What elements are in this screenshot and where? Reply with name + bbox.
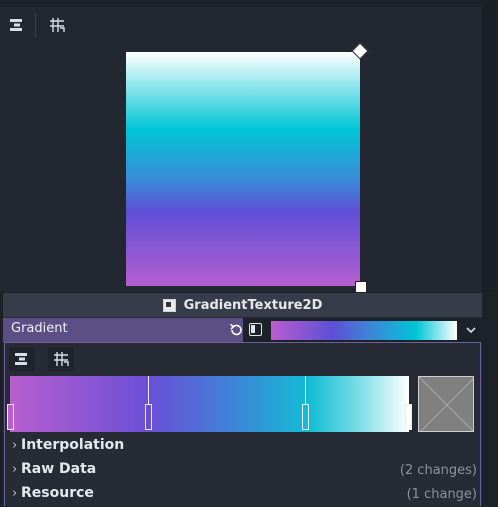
align-distribute-icon-svg bbox=[15, 353, 27, 365]
toolbar-separator bbox=[35, 13, 36, 37]
chevron-right-icon: › bbox=[12, 486, 18, 501]
resource-header[interactable]: GradientTexture2D bbox=[3, 293, 482, 317]
gradient-stop-handle[interactable] bbox=[302, 404, 309, 430]
section-changes: (1 change) bbox=[406, 487, 477, 502]
section-label: Interpolation bbox=[21, 437, 125, 453]
grid-snap-icon[interactable] bbox=[44, 12, 70, 38]
chevron-down-svg bbox=[466, 327, 476, 334]
texture-icon bbox=[162, 298, 176, 312]
section-interpolation[interactable]: › Interpolation bbox=[12, 437, 477, 459]
gradient-thumbnail[interactable] bbox=[271, 321, 457, 340]
chevron-down-icon[interactable] bbox=[461, 321, 481, 340]
align-distribute-icon[interactable] bbox=[9, 347, 35, 371]
revert-icon-svg bbox=[230, 323, 242, 336]
section-changes: (2 changes) bbox=[399, 463, 477, 478]
property-label: Gradient bbox=[11, 321, 68, 336]
chevron-right-icon: › bbox=[12, 462, 18, 477]
section-raw-data[interactable]: › Raw Data (2 changes) bbox=[12, 461, 477, 483]
texture-preview-viewport bbox=[0, 0, 482, 293]
align-distribute-icon[interactable] bbox=[4, 12, 30, 38]
color-preview-swatch[interactable] bbox=[418, 376, 474, 432]
section-label: Raw Data bbox=[21, 461, 97, 477]
edit-resource-icon[interactable] bbox=[249, 323, 262, 336]
scrollbar-track[interactable] bbox=[482, 0, 498, 292]
resize-handle-square[interactable] bbox=[355, 281, 367, 293]
section-resource[interactable]: › Resource (1 change) bbox=[12, 485, 477, 507]
gradient-stop-handle[interactable] bbox=[7, 404, 14, 430]
resource-title: GradientTexture2D bbox=[183, 297, 323, 313]
viewport-top-border bbox=[0, 0, 482, 7]
grid-snap-icon-svg bbox=[54, 352, 69, 366]
grid-snap-icon-svg bbox=[50, 18, 65, 32]
grid-snap-icon[interactable] bbox=[48, 347, 74, 371]
section-label: Resource bbox=[21, 485, 94, 501]
gradient-stop-handle[interactable] bbox=[145, 404, 152, 430]
no-color-cross-icon bbox=[419, 377, 473, 431]
gradient-stop-marker bbox=[305, 376, 306, 406]
gradient-property-row[interactable]: Gradient bbox=[3, 318, 482, 342]
gradient-stop-handle[interactable] bbox=[405, 404, 412, 430]
align-distribute-icon-svg bbox=[10, 19, 22, 31]
gradient-resource-picker[interactable] bbox=[243, 318, 482, 342]
gradient-stop-marker bbox=[148, 376, 149, 406]
chevron-right-icon: › bbox=[12, 438, 18, 453]
gradient-editor-bar[interactable] bbox=[10, 376, 409, 432]
gradient-texture-preview bbox=[126, 52, 360, 286]
